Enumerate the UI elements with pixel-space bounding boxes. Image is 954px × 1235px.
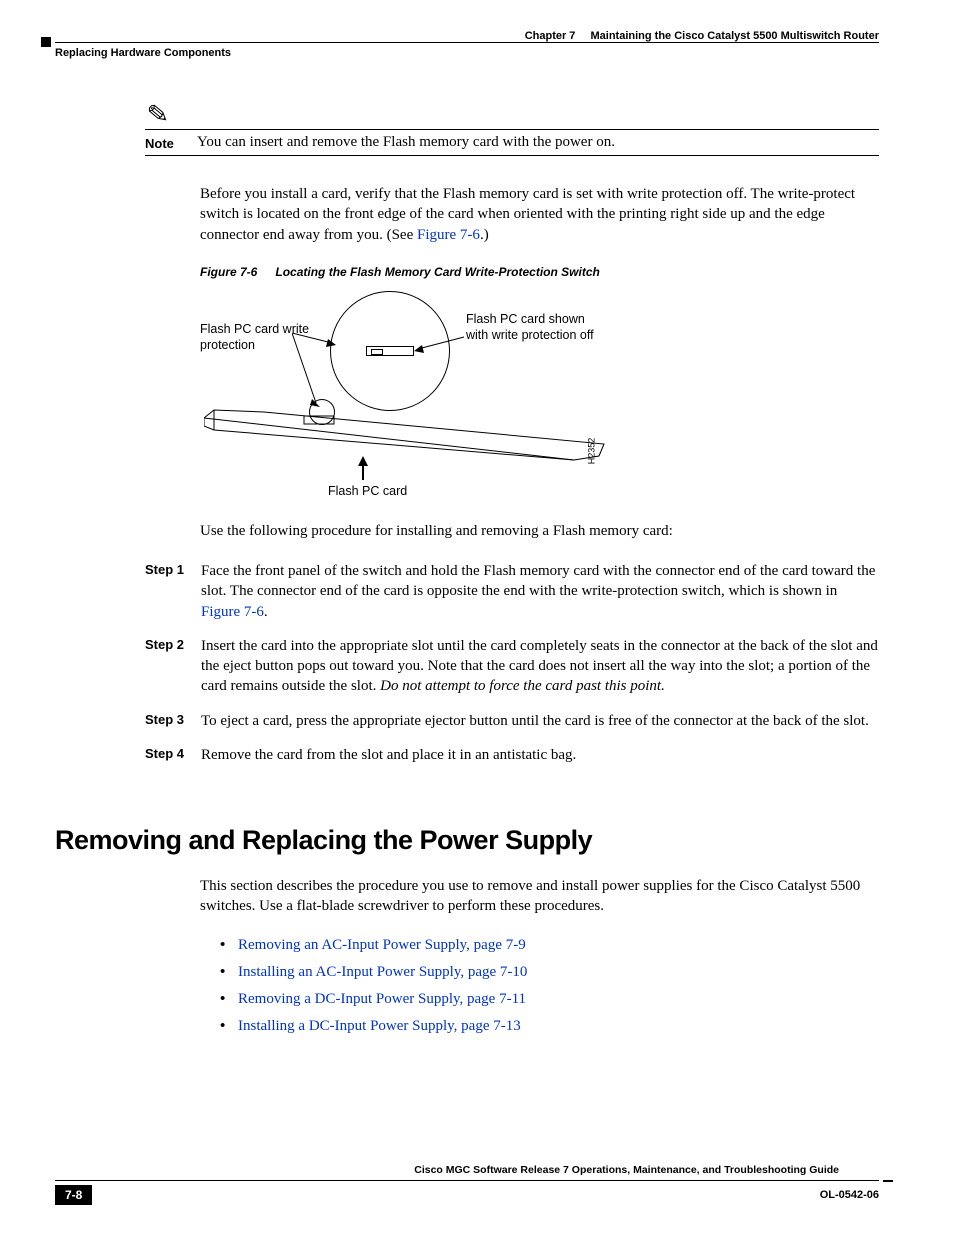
list-item: Removing a DC-Input Power Supply, page 7… xyxy=(220,991,879,1008)
page-header: Chapter 7 Maintaining the Cisco Catalyst… xyxy=(55,30,879,59)
toc-link[interactable]: Removing an AC-Input Power Supply, page … xyxy=(238,937,526,953)
page-number: 7-8 xyxy=(55,1185,92,1205)
list-item: Removing an AC-Input Power Supply, page … xyxy=(220,937,879,954)
step-text: Face the front panel of the switch and h… xyxy=(201,561,879,622)
note-text: You can insert and remove the Flash memo… xyxy=(197,134,879,151)
step-label: Step 4 xyxy=(145,745,201,765)
section-intro: This section describes the procedure you… xyxy=(200,876,879,917)
figure-link-2[interactable]: Figure 7-6 xyxy=(201,604,264,620)
note-pen-icon: ✎ xyxy=(146,99,170,131)
step-text: To eject a card, press the appropriate e… xyxy=(201,711,879,731)
step-text: Insert the card into the appropriate slo… xyxy=(201,636,879,697)
step-row: Step 4 Remove the card from the slot and… xyxy=(145,745,879,765)
toc-link[interactable]: Removing a DC-Input Power Supply, page 7… xyxy=(238,991,526,1007)
toc-link[interactable]: Installing an AC-Input Power Supply, pag… xyxy=(238,964,527,980)
fig-label-right: Flash PC card shown with write protectio… xyxy=(466,311,606,344)
step-text: Remove the card from the slot and place … xyxy=(201,745,879,765)
page-footer: Cisco MGC Software Release 7 Operations,… xyxy=(55,1164,879,1205)
chapter-title: Maintaining the Cisco Catalyst 5500 Mult… xyxy=(591,30,880,42)
note-label: Note xyxy=(145,136,197,151)
flash-card-icon xyxy=(204,406,624,466)
list-item: Installing a DC-Input Power Supply, page… xyxy=(220,1018,879,1035)
step-row: Step 1 Face the front panel of the switc… xyxy=(145,561,879,622)
intro-paragraph: Before you install a card, verify that t… xyxy=(200,184,879,245)
step-row: Step 3 To eject a card, press the approp… xyxy=(145,711,879,731)
toc-link[interactable]: Installing a DC-Input Power Supply, page… xyxy=(238,1018,521,1034)
section-title: Replacing Hardware Components xyxy=(55,47,231,59)
fig-label-bottom: Flash PC card xyxy=(328,483,407,499)
note-block: ✎ Note You can insert and remove the Fla… xyxy=(145,129,879,156)
step-label: Step 3 xyxy=(145,711,201,731)
step-label: Step 1 xyxy=(145,561,201,622)
figure-link-1[interactable]: Figure 7-6 xyxy=(417,227,480,243)
figure-caption: Figure 7-6Locating the Flash Memory Card… xyxy=(200,265,879,279)
footer-doc-title: Cisco MGC Software Release 7 Operations,… xyxy=(55,1164,879,1176)
figure-diagram: Flash PC card write protection Flash PC … xyxy=(200,291,879,501)
doc-id: OL-0542-06 xyxy=(820,1189,879,1201)
leader-line-left-icon xyxy=(292,333,362,413)
chapter-label: Chapter 7 xyxy=(525,30,576,42)
steps-list: Step 1 Face the front panel of the switc… xyxy=(145,561,879,765)
step-label: Step 2 xyxy=(145,636,201,697)
switch-detail-icon xyxy=(366,346,414,356)
link-list: Removing an AC-Input Power Supply, page … xyxy=(220,937,879,1035)
leader-line-right-icon xyxy=(414,335,474,355)
figure-code: H2352 xyxy=(586,437,596,464)
header-chapter: Chapter 7 Maintaining the Cisco Catalyst… xyxy=(525,30,879,42)
list-item: Installing an AC-Input Power Supply, pag… xyxy=(220,964,879,981)
section-heading: Removing and Replacing the Power Supply xyxy=(55,825,879,856)
procedure-intro: Use the following procedure for installi… xyxy=(200,521,879,541)
step-row: Step 2 Insert the card into the appropri… xyxy=(145,636,879,697)
